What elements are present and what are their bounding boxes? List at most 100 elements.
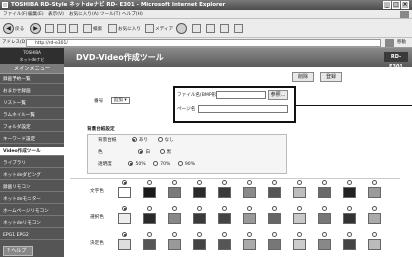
sidebar-item[interactable]: ネットdeダビング <box>0 171 64 180</box>
opacity-radio-70[interactable]: 70% <box>153 161 170 167</box>
color-radio-black[interactable]: 黒 <box>159 149 171 155</box>
decide-color-radio[interactable] <box>372 232 377 237</box>
bg-radio-yes[interactable]: あり <box>131 137 148 143</box>
text-color-swatch <box>243 187 256 198</box>
stop-button[interactable] <box>45 22 55 35</box>
decide-color-swatch <box>293 239 306 250</box>
menu-help[interactable]: ヘルプ(H) <box>122 10 143 19</box>
favorites-button[interactable]: お気に入り <box>108 22 141 35</box>
address-input[interactable]: http://rd-e301/ <box>26 39 381 47</box>
media-button[interactable]: メディア <box>145 22 173 35</box>
sidebar-item[interactable]: おまかせ録画 <box>0 87 64 96</box>
help-button[interactable]: ? ヘルプ <box>3 246 33 256</box>
text-color-radio[interactable] <box>322 180 327 185</box>
sidebar-item[interactable]: ラムネイル一覧 <box>0 111 64 120</box>
delete-button[interactable]: 削除 <box>292 72 314 82</box>
text-color-radio[interactable] <box>122 180 127 185</box>
close-icon[interactable]: × <box>401 1 409 9</box>
decide-color-radio[interactable] <box>172 232 177 237</box>
decide-color-radio[interactable] <box>147 232 152 237</box>
decide-color-radio[interactable] <box>122 232 127 237</box>
sidebar-item[interactable]: ネットdeモニター <box>0 195 64 204</box>
refresh-icon <box>57 24 66 33</box>
edit-icon <box>220 24 229 33</box>
decide-color-radio[interactable] <box>347 232 352 237</box>
edit-button[interactable] <box>220 22 230 35</box>
back-button[interactable]: ◀ 戻る <box>3 22 24 35</box>
decide-color-swatch <box>143 239 156 250</box>
text-color-radio[interactable] <box>247 180 252 185</box>
sidebar-item[interactable]: フォルダ設定 <box>0 123 64 132</box>
browse-button[interactable]: 参照... <box>268 90 288 100</box>
menu-tools[interactable]: ツール(T) <box>100 10 120 19</box>
search-button[interactable]: 検索 <box>83 22 102 35</box>
menu-favorites[interactable]: お気に入り(A) <box>69 10 99 19</box>
text-color-radio[interactable] <box>147 180 152 185</box>
sidebar-item[interactable]: EPG1 EPG2 <box>0 231 64 240</box>
text-color-radio[interactable] <box>222 180 227 185</box>
sidebar-item[interactable]: 録画予約一覧 <box>0 75 64 84</box>
select-color-radio[interactable] <box>272 206 277 211</box>
select-color-radio[interactable] <box>322 206 327 211</box>
sidebar-item[interactable]: ホームページリモコン <box>0 207 64 216</box>
menu-name-input[interactable] <box>198 105 288 113</box>
decide-color-radio[interactable] <box>272 232 277 237</box>
bg-row: 背景台紙 あり なし <box>98 137 174 143</box>
decide-color-radio[interactable] <box>222 232 227 237</box>
decide-color-swatch <box>268 239 281 250</box>
filename-input[interactable] <box>216 91 266 99</box>
menu-bar: ファイル(F) 編集(E) 表示(V) お気に入り(A) ツール(T) ヘルプ(… <box>0 10 412 19</box>
minimize-icon[interactable]: _ <box>383 1 391 9</box>
text-color-radio[interactable] <box>347 180 352 185</box>
history-button[interactable] <box>176 22 188 35</box>
decide-color-radio[interactable] <box>322 232 327 237</box>
select-color-radio[interactable] <box>122 206 127 211</box>
text-color-radio[interactable] <box>297 180 302 185</box>
text-color-radio[interactable] <box>272 180 277 185</box>
opacity-radio-50[interactable]: 50% <box>128 161 146 167</box>
go-button[interactable]: 移動 <box>397 38 406 48</box>
text-color-radio[interactable] <box>372 180 377 185</box>
select-color-radio[interactable] <box>372 206 377 211</box>
register-button[interactable]: 登録 <box>320 72 342 82</box>
print-button[interactable] <box>206 22 216 35</box>
select-color-radio[interactable] <box>172 206 177 211</box>
main-menu-header[interactable]: メインメニュー <box>0 64 64 74</box>
opacity-50-label: 50% <box>135 162 146 167</box>
decide-color-radio[interactable] <box>297 232 302 237</box>
decide-color-radio[interactable] <box>247 232 252 237</box>
opacity-radio-90[interactable]: 90% <box>177 161 195 167</box>
decide-color-radio[interactable] <box>197 232 202 237</box>
select-color-swatch <box>168 213 181 224</box>
sidebar-item[interactable]: 録画リモコン <box>0 183 64 192</box>
select-color-radio[interactable] <box>222 206 227 211</box>
select-color-radio[interactable] <box>347 206 352 211</box>
go-arrow-icon[interactable] <box>385 39 394 47</box>
bg-radio-no[interactable]: なし <box>157 137 174 143</box>
refresh-button[interactable] <box>57 22 67 35</box>
select-color-swatch <box>243 213 256 224</box>
select-color-radio[interactable] <box>197 206 202 211</box>
sidebar-item[interactable]: リスト一覧 <box>0 99 64 108</box>
sidebar-item[interactable]: Video作成ツール <box>0 147 64 156</box>
home-button[interactable] <box>69 22 79 35</box>
number-select[interactable]: 追加 ▾ <box>110 97 130 104</box>
decide-color-swatch <box>218 239 231 250</box>
select-color-radio[interactable] <box>247 206 252 211</box>
sidebar-item[interactable]: ライブラリ <box>0 159 64 168</box>
text-color-radio[interactable] <box>197 180 202 185</box>
select-color-swatch <box>293 213 306 224</box>
menu-file[interactable]: ファイル(F) <box>3 10 28 19</box>
mail-button[interactable] <box>192 22 202 35</box>
maximize-icon[interactable]: □ <box>392 1 400 9</box>
select-color-radio[interactable] <box>147 206 152 211</box>
sidebar-item[interactable]: キーワード設定 <box>0 135 64 144</box>
text-color-radio[interactable] <box>172 180 177 185</box>
select-color-radio[interactable] <box>297 206 302 211</box>
discuss-button[interactable] <box>234 22 244 35</box>
color-radio-white[interactable]: 白 <box>138 149 150 155</box>
forward-button[interactable]: ▶ <box>30 22 42 35</box>
sidebar-item[interactable]: ネットdeリモコン <box>0 219 64 228</box>
menu-edit[interactable]: 編集(E) <box>28 10 44 19</box>
menu-view[interactable]: 表示(V) <box>48 10 64 19</box>
